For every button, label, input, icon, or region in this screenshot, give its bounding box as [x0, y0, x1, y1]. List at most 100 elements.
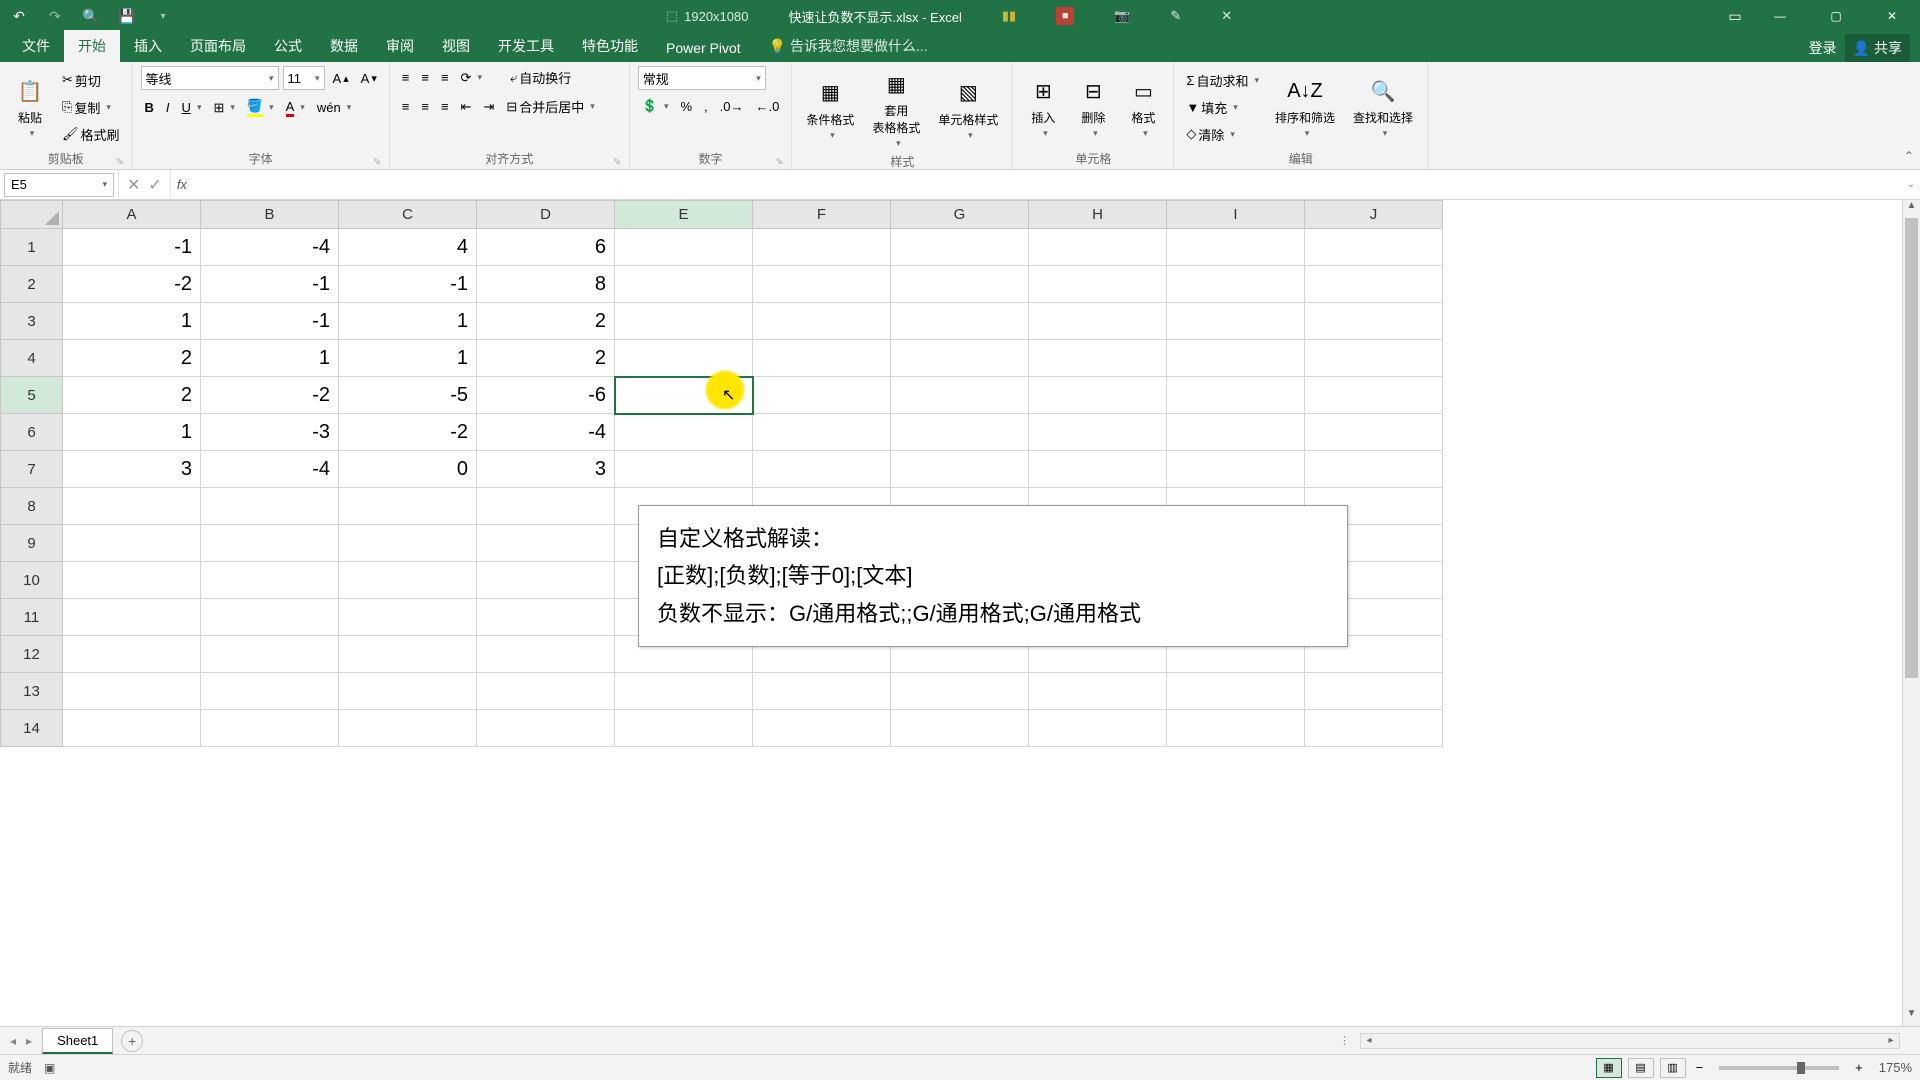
sheet-nav-last-icon[interactable]: ▸ — [26, 1034, 32, 1048]
cell-B11[interactable] — [201, 599, 339, 636]
cell-C2[interactable]: -1 — [339, 266, 477, 303]
cell-G14[interactable] — [891, 710, 1029, 747]
merge-button[interactable]: ⊟合并后居中▾ — [502, 95, 598, 118]
wrap-text-button[interactable]: ⤶自动换行 — [506, 66, 575, 89]
cell-A13[interactable] — [63, 673, 201, 710]
cell-B1[interactable]: -4 — [201, 229, 339, 266]
cell-H1[interactable] — [1029, 229, 1167, 266]
cell-D14[interactable] — [477, 710, 615, 747]
cell-E13[interactable] — [615, 673, 753, 710]
cell-I5[interactable] — [1167, 377, 1305, 414]
shrink-font-button[interactable]: A▾ — [357, 69, 381, 88]
cell-G4[interactable] — [891, 340, 1029, 377]
row-header-11[interactable]: 11 — [1, 599, 63, 636]
cell-G13[interactable] — [891, 673, 1029, 710]
col-header-F[interactable]: F — [753, 201, 891, 229]
cell-C8[interactable] — [339, 488, 477, 525]
cell-J6[interactable] — [1305, 414, 1443, 451]
row-header-2[interactable]: 2 — [1, 266, 63, 303]
cell-D5[interactable]: -6 — [477, 377, 615, 414]
row-header-6[interactable]: 6 — [1, 414, 63, 451]
copy-button[interactable]: ⎘复制▾ — [58, 96, 124, 119]
cell-B9[interactable] — [201, 525, 339, 562]
camera-icon[interactable]: 📷 — [1114, 8, 1130, 24]
cell-D8[interactable] — [477, 488, 615, 525]
tab-page-layout[interactable]: 页面布局 — [176, 30, 260, 62]
cell-B7[interactable]: -4 — [201, 451, 339, 488]
cell-A14[interactable] — [63, 710, 201, 747]
cell-E14[interactable] — [615, 710, 753, 747]
cell-C5[interactable]: -5 — [339, 377, 477, 414]
cell-J14[interactable] — [1305, 710, 1443, 747]
tab-power-pivot[interactable]: Power Pivot — [652, 34, 755, 62]
add-sheet-button[interactable]: + — [121, 1030, 143, 1052]
zoom-level[interactable]: 175% — [1873, 1060, 1912, 1075]
cell-F1[interactable] — [753, 229, 891, 266]
row-header-3[interactable]: 3 — [1, 303, 63, 340]
scroll-thumb[interactable] — [1905, 218, 1918, 678]
cell-C6[interactable]: -2 — [339, 414, 477, 451]
cell-D11[interactable] — [477, 599, 615, 636]
cell-D3[interactable]: 2 — [477, 303, 615, 340]
cell-J1[interactable] — [1305, 229, 1443, 266]
scroll-right-icon[interactable]: ▸ — [1883, 1035, 1899, 1046]
cell-C1[interactable]: 4 — [339, 229, 477, 266]
cell-G3[interactable] — [891, 303, 1029, 340]
cell-G6[interactable] — [891, 414, 1029, 451]
cell-H2[interactable] — [1029, 266, 1167, 303]
zoom-in-button[interactable]: + — [1851, 1058, 1867, 1077]
col-header-I[interactable]: I — [1167, 201, 1305, 229]
tab-home[interactable]: 开始 — [64, 30, 120, 62]
cell-B3[interactable]: -1 — [201, 303, 339, 340]
redo-icon[interactable]: ↷ — [46, 7, 64, 25]
percent-button[interactable]: % — [676, 97, 696, 116]
dialog-launcher-icon[interactable]: ⬂ — [776, 156, 784, 167]
cell-J2[interactable] — [1305, 266, 1443, 303]
paste-button[interactable]: 📋 粘贴▾ — [8, 73, 52, 141]
collapse-ribbon-icon[interactable]: ⌃ — [1904, 149, 1914, 163]
align-right-button[interactable]: ≡ — [437, 97, 453, 116]
cell-D12[interactable] — [477, 636, 615, 673]
align-middle-button[interactable]: ≡ — [417, 68, 433, 87]
cell-G2[interactable] — [891, 266, 1029, 303]
increase-indent-button[interactable]: ⇥ — [479, 97, 498, 117]
cell-E4[interactable] — [615, 340, 753, 377]
cell-D4[interactable]: 2 — [477, 340, 615, 377]
cell-C13[interactable] — [339, 673, 477, 710]
increase-decimal-button[interactable]: .0→ — [716, 97, 748, 116]
cell-I4[interactable] — [1167, 340, 1305, 377]
cell-A4[interactable]: 2 — [63, 340, 201, 377]
expand-formula-bar-icon[interactable]: ⌄ — [1902, 179, 1920, 190]
pause-icon[interactable]: ▮▮ — [1002, 8, 1016, 24]
col-header-G[interactable]: G — [891, 201, 1029, 229]
format-cells-button[interactable]: ▭格式▾ — [1121, 73, 1165, 141]
cut-button[interactable]: ✂剪切 — [58, 69, 124, 92]
row-header-14[interactable]: 14 — [1, 710, 63, 747]
horizontal-scrollbar[interactable]: ◂ ▸ — [1360, 1033, 1900, 1049]
cell-C4[interactable]: 1 — [339, 340, 477, 377]
scroll-left-icon[interactable]: ◂ — [1361, 1035, 1377, 1046]
view-normal-button[interactable]: ▦ — [1596, 1058, 1622, 1078]
tab-insert[interactable]: 插入 — [120, 30, 176, 62]
cell-J4[interactable] — [1305, 340, 1443, 377]
cell-D2[interactable]: 8 — [477, 266, 615, 303]
font-color-button[interactable]: A▾ — [282, 97, 309, 119]
cell-G1[interactable] — [891, 229, 1029, 266]
tab-review[interactable]: 审阅 — [372, 30, 428, 62]
text-box[interactable]: 自定义格式解读： [正数];[负数];[等于0];[文本] 负数不显示：G/通用… — [638, 505, 1348, 647]
cell-G5[interactable] — [891, 377, 1029, 414]
cell-I6[interactable] — [1167, 414, 1305, 451]
save-icon[interactable]: 💾 — [118, 7, 136, 25]
name-box[interactable]: E5▾ — [4, 173, 114, 197]
select-all-corner[interactable] — [1, 201, 63, 229]
cell-H14[interactable] — [1029, 710, 1167, 747]
tab-data[interactable]: 数据 — [316, 30, 372, 62]
col-header-B[interactable]: B — [201, 201, 339, 229]
cell-J5[interactable] — [1305, 377, 1443, 414]
decrease-decimal-button[interactable]: ←.0 — [752, 97, 784, 116]
find-select-button[interactable]: 🔍查找和选择▾ — [1347, 73, 1419, 141]
comma-button[interactable]: , — [700, 97, 712, 116]
cell-A6[interactable]: 1 — [63, 414, 201, 451]
undo-icon[interactable]: ↶ — [10, 7, 28, 25]
orientation-button[interactable]: ⟳▾ — [457, 68, 486, 88]
